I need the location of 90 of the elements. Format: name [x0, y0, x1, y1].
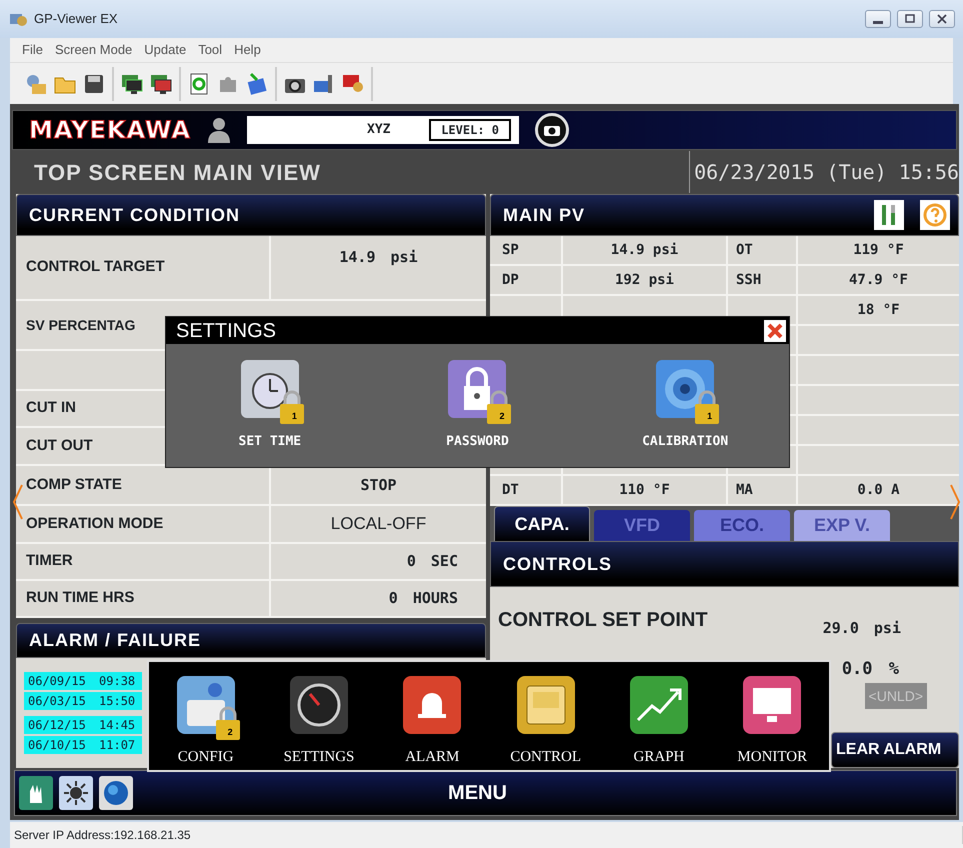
lock-level: 2 — [499, 412, 504, 421]
menu-item[interactable]: Tool — [192, 40, 228, 60]
minimize-button[interactable] — [865, 10, 891, 28]
row-label: TIMER — [16, 544, 271, 579]
padlock-icon — [278, 390, 305, 424]
row-value: 14.9 psi — [338, 247, 419, 268]
close-icon — [767, 322, 783, 338]
pv-label: DT — [490, 476, 563, 504]
dialog-option[interactable]: 2 PASSWORD — [412, 360, 542, 452]
lock-level: 2 — [228, 728, 233, 736]
row-label: RUN TIME HRS — [16, 581, 271, 616]
gauge-icon — [290, 676, 348, 734]
menu-item[interactable]: CONTROL — [490, 676, 601, 768]
menu-label: MENU — [447, 781, 508, 806]
row-value: STOP — [359, 474, 398, 496]
close-button[interactable] — [929, 10, 955, 28]
dialog-title: SETTINGS — [176, 318, 276, 344]
brightness-button[interactable] — [59, 776, 93, 810]
globe-button[interactable] — [99, 776, 133, 810]
user-icon — [207, 117, 231, 143]
pv-value: 110 °F — [563, 476, 728, 504]
pv-value: 47.9 °F — [848, 270, 909, 290]
screen-title: TOP SCREEN MAIN VIEW — [34, 158, 321, 186]
panel-header: CONTROLS — [490, 541, 959, 587]
brightness-icon — [62, 779, 90, 807]
menu-item[interactable]: Help — [228, 40, 267, 60]
window-title: GP-Viewer EX — [34, 10, 119, 28]
control-reading: 0.0 % — [842, 658, 899, 673]
row-label: CONTROL TARGET — [16, 236, 271, 299]
help-icon — [923, 203, 947, 227]
pv-label: MA — [728, 476, 798, 504]
menu-item[interactable]: Screen Mode — [48, 40, 138, 60]
alarm-entry[interactable]: 06/12/15 14:45 — [24, 716, 142, 734]
row-label: SV PERCENTAG — [25, 316, 136, 334]
date-time: 06/23/2015 (Tue) 15:56 — [689, 151, 959, 193]
menu-item[interactable]: File — [16, 40, 49, 60]
status-text: Server IP Address:192.168.21.35 — [10, 826, 963, 844]
pv-value: 18 °F — [856, 300, 901, 320]
padlock-icon — [214, 706, 241, 740]
monitor-icon — [743, 676, 802, 734]
padlock-icon — [694, 390, 720, 424]
control-panel-icon — [516, 676, 575, 734]
menu-item[interactable]: GRAPH — [604, 676, 714, 768]
panel-header: MAIN PV — [503, 204, 586, 226]
menu-item[interactable]: SETTINGS — [264, 676, 374, 768]
alarm-clock-icon — [240, 360, 299, 418]
pv-value: 119 °F — [852, 240, 905, 260]
lock-level: 1 — [707, 412, 712, 421]
pv-label: DP — [490, 266, 563, 294]
pv-label: SP — [490, 236, 563, 264]
row-value: 0 SEC — [406, 551, 459, 572]
set-point-value: 29.0 psi — [822, 618, 901, 639]
maximize-icon — [904, 13, 916, 25]
chevron-right-icon[interactable] — [949, 484, 961, 520]
camera-button[interactable] — [535, 113, 569, 147]
alarm-entry[interactable]: 06/09/15 09:38 — [24, 672, 142, 690]
pv-label: OT — [728, 236, 798, 264]
close-button[interactable] — [764, 320, 786, 342]
target-icon — [656, 360, 714, 418]
row-value: 0 HOURS — [388, 588, 459, 610]
maximize-button[interactable] — [897, 10, 923, 28]
pv-value: 14.9 psi — [563, 236, 728, 264]
tab[interactable]: CAPA. — [494, 506, 590, 541]
dialog-option[interactable]: 1 CALIBRATION — [620, 360, 750, 452]
chart-icon — [630, 676, 688, 734]
lock-level: 1 — [292, 412, 297, 421]
menu-item[interactable]: Update — [138, 40, 192, 60]
user-name: XYZ — [367, 121, 390, 140]
set-point-label: CONTROL SET POINT — [498, 608, 708, 633]
bell-icon — [403, 676, 462, 734]
menu-item[interactable]: 2 CONFIG — [150, 676, 261, 768]
row-value: LOCAL-OFF — [330, 513, 428, 536]
pv-label: SSH — [728, 266, 798, 294]
pv-value: 192 psi — [563, 266, 728, 294]
chevron-left-icon[interactable] — [12, 484, 24, 520]
alarm-entry[interactable]: 06/10/15 11:07 — [24, 736, 142, 754]
menu-item[interactable]: MONITOR — [717, 676, 828, 768]
row-label: OPERATION MODE — [16, 506, 271, 542]
level-label: LEVEL: 0 — [429, 119, 511, 141]
panel-header: CURRENT CONDITION — [16, 194, 486, 236]
logo: MAYEKAWA — [29, 118, 191, 142]
globe-icon — [102, 779, 130, 807]
alarm-entry[interactable]: 06/03/15 15:50 — [24, 692, 142, 710]
panel-header: ALARM / FAILURE — [16, 623, 486, 658]
close-icon — [936, 13, 948, 25]
menu-item[interactable]: ALARM — [377, 676, 488, 768]
clear-alarm-button[interactable]: LEAR ALARM — [831, 732, 959, 768]
pv-value: 0.0 A — [856, 480, 901, 500]
minimize-icon — [873, 20, 883, 24]
camera-icon — [543, 123, 561, 137]
